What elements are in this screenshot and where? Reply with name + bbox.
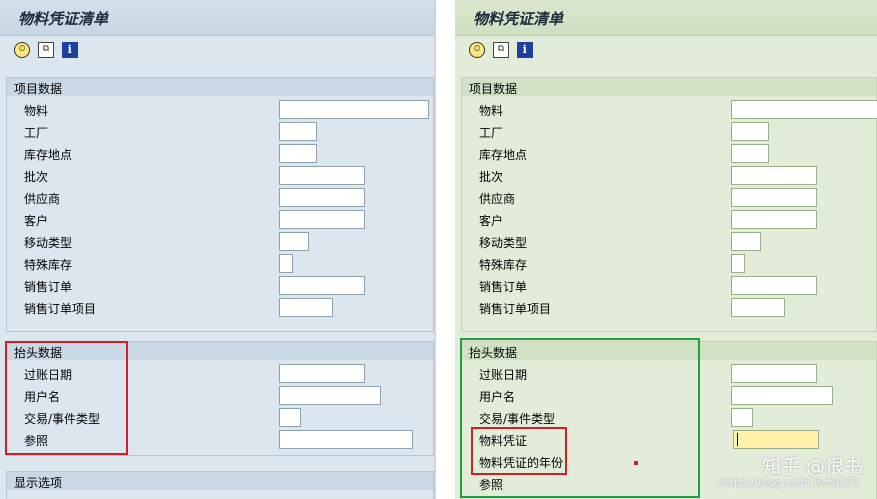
- material-document-input[interactable]: [733, 430, 819, 449]
- field-label: 批次: [479, 170, 504, 184]
- plant-input[interactable]: [279, 122, 317, 141]
- field-label: 物料: [479, 104, 504, 118]
- info-icon[interactable]: i: [516, 42, 533, 58]
- field-label: 客户: [479, 214, 504, 228]
- field-label: 特殊库存: [24, 258, 73, 272]
- transaction-type-input[interactable]: [731, 408, 753, 427]
- sales-order-input[interactable]: [279, 276, 365, 295]
- watermark-url: https://blog.csdn.net/jc63: [718, 476, 859, 489]
- special-stock-input[interactable]: [731, 254, 745, 273]
- toolbar: ⏲ ⧉ i: [0, 37, 434, 67]
- right-screen: 物料凭证清单 ⏲ ⧉ i 项目数据 物料 工厂 库存地点 批次 供应商 客户 移…: [455, 0, 877, 499]
- field-label: 工厂: [479, 126, 504, 140]
- toolbar: ⏲ ⧉ i: [455, 37, 877, 67]
- material-input[interactable]: [731, 100, 877, 119]
- user-name-input[interactable]: [731, 386, 833, 405]
- field-row-sales-order-item: 销售订单项目: [462, 296, 876, 318]
- movement-type-input[interactable]: [731, 232, 761, 251]
- screen-title: 物料凭证清单: [455, 0, 877, 36]
- display-options-group: 显示选项: [6, 471, 434, 499]
- field-row-storage-location: 库存地点: [462, 142, 876, 164]
- field-label: 供应商: [479, 192, 516, 206]
- vendor-input[interactable]: [731, 188, 817, 207]
- field-row-movement-type: 移动类型: [462, 230, 876, 252]
- field-row-plant: 工厂: [7, 120, 433, 142]
- batch-input[interactable]: [279, 166, 365, 185]
- field-row-material: 物料: [462, 98, 877, 120]
- clock-execute-icon[interactable]: ⏲: [14, 42, 30, 58]
- field-label: 库存地点: [479, 148, 528, 162]
- field-row-batch: 批次: [7, 164, 433, 186]
- transaction-type-input[interactable]: [279, 408, 301, 427]
- customer-input[interactable]: [279, 210, 365, 229]
- sales-order-item-input[interactable]: [731, 298, 785, 317]
- field-row-special-stock: 特殊库存: [462, 252, 876, 274]
- screen-title: 物料凭证清单: [0, 0, 434, 36]
- field-label: 销售订单: [24, 280, 73, 294]
- field-row-batch: 批次: [462, 164, 876, 186]
- red-highlight-box: [471, 427, 567, 475]
- field-label: 客户: [24, 214, 49, 228]
- field-row-customer: 客户: [7, 208, 433, 230]
- posting-date-input[interactable]: [279, 364, 365, 383]
- storage-location-input[interactable]: [731, 144, 769, 163]
- field-label: 销售订单项目: [24, 302, 97, 316]
- field-label: 移动类型: [479, 236, 528, 250]
- field-label: 批次: [24, 170, 49, 184]
- field-label: 库存地点: [24, 148, 73, 162]
- red-marker: [634, 461, 638, 465]
- red-highlight-box: [5, 341, 128, 455]
- field-row-storage-location: 库存地点: [7, 142, 433, 164]
- watermark: 知乎 @恨书: [761, 456, 863, 478]
- vendor-input[interactable]: [279, 188, 365, 207]
- sales-order-item-input[interactable]: [279, 298, 333, 317]
- multiple-selection-icon[interactable]: ⧉: [492, 42, 509, 58]
- field-label: 物料: [24, 104, 49, 118]
- group-title: 显示选项: [7, 472, 433, 490]
- reference-input[interactable]: [279, 430, 413, 449]
- group-title: 项目数据: [462, 78, 876, 96]
- special-stock-input[interactable]: [279, 254, 293, 273]
- clock-execute-icon[interactable]: ⏲: [469, 42, 485, 58]
- field-label: 销售订单项目: [479, 302, 552, 316]
- storage-location-input[interactable]: [279, 144, 317, 163]
- multiple-selection-icon[interactable]: ⧉: [37, 42, 54, 58]
- info-icon[interactable]: i: [61, 42, 78, 58]
- posting-date-input[interactable]: [731, 364, 817, 383]
- field-row-material: 物料: [7, 98, 433, 120]
- field-row-special-stock: 特殊库存: [7, 252, 433, 274]
- movement-type-input[interactable]: [279, 232, 309, 251]
- user-name-input[interactable]: [279, 386, 381, 405]
- field-label: 销售订单: [479, 280, 528, 294]
- group-title: 项目数据: [7, 78, 433, 96]
- field-row-plant: 工厂: [462, 120, 876, 142]
- field-label: 供应商: [24, 192, 61, 206]
- left-screen: 物料凭证清单 ⏲ ⧉ i 项目数据 物料 工厂 库存地点 批次 供应商 客户 移…: [0, 0, 434, 499]
- text-caret: [737, 433, 738, 446]
- pane-separator: [434, 0, 455, 499]
- customer-input[interactable]: [731, 210, 817, 229]
- field-row-vendor: 供应商: [7, 186, 433, 208]
- material-input[interactable]: [279, 100, 429, 119]
- field-row-vendor: 供应商: [462, 186, 876, 208]
- field-row-customer: 客户: [462, 208, 876, 230]
- plant-input[interactable]: [731, 122, 769, 141]
- field-label: 移动类型: [24, 236, 73, 250]
- field-row-sales-order-item: 销售订单项目: [7, 296, 433, 318]
- batch-input[interactable]: [731, 166, 817, 185]
- item-data-group: 项目数据 物料 工厂 库存地点 批次 供应商 客户 移动类型 特殊库存 销售订单…: [6, 77, 434, 332]
- field-label: 工厂: [24, 126, 49, 140]
- field-row-movement-type: 移动类型: [7, 230, 433, 252]
- sales-order-input[interactable]: [731, 276, 817, 295]
- field-label: 特殊库存: [479, 258, 528, 272]
- item-data-group: 项目数据 物料 工厂 库存地点 批次 供应商 客户 移动类型 特殊库存 销售订单…: [461, 77, 877, 332]
- field-row-sales-order: 销售订单: [7, 274, 433, 296]
- field-row-sales-order: 销售订单: [462, 274, 876, 296]
